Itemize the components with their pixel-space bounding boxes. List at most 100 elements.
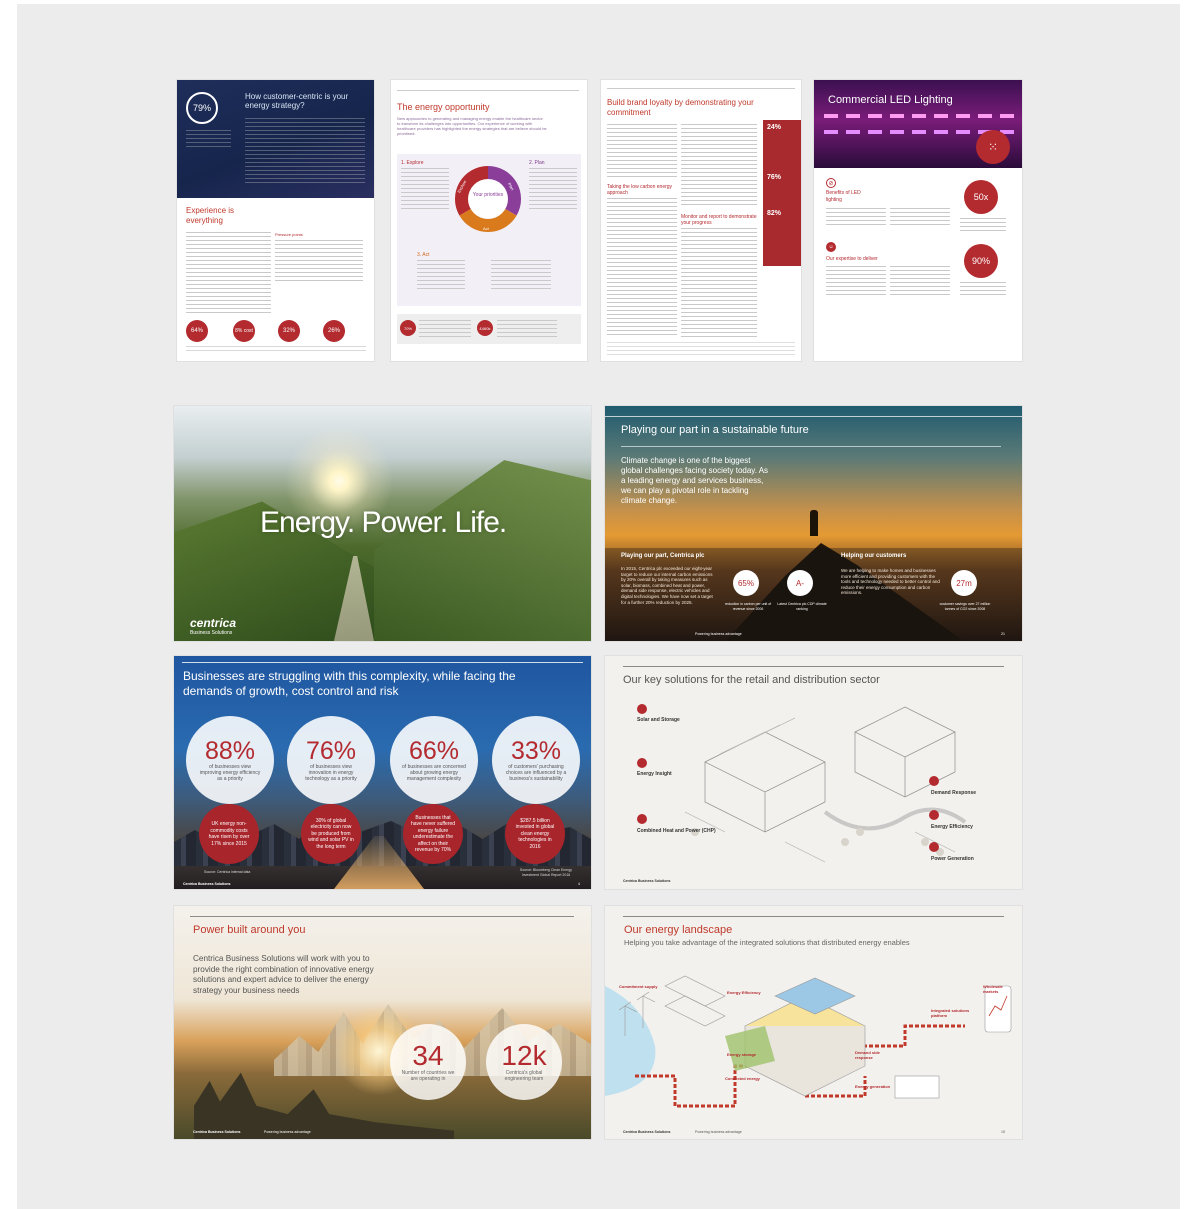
stat-value: 76% xyxy=(767,174,782,181)
page-number: 15 xyxy=(1001,1130,1005,1134)
solution-label: Energy Efficiency xyxy=(931,824,973,830)
stat-label: reduction in carbon per unit of revenue … xyxy=(724,602,772,611)
landscape-label: Connected energy xyxy=(725,1076,760,1081)
page-title: Our key solutions for the retail and dis… xyxy=(623,674,880,686)
marker-dot xyxy=(929,842,939,852)
page-business-complexity[interactable]: Businesses are struggling with this comp… xyxy=(174,656,591,889)
page-cover-energy-power-life[interactable]: Energy. Power. Life. centrica Business S… xyxy=(174,406,591,641)
page-title: Our energy landscape xyxy=(624,924,733,936)
solution-label: Combined Heat and Power (CHP) xyxy=(637,828,716,834)
stat-value: 82% xyxy=(767,210,782,217)
led-icon: ⁙ xyxy=(976,130,1010,164)
benefits-heading: Benefits of LED lighting xyxy=(826,190,861,203)
step-explore: 1. Explore xyxy=(401,160,424,166)
brand-footer: Centrica Business Solutions xyxy=(193,1130,241,1134)
subheading: Pressure points xyxy=(275,232,303,237)
page-intro: New approaches to generating and managin… xyxy=(397,116,547,136)
page-title: Businesses are struggling with this comp… xyxy=(183,669,516,698)
page-title: Playing our part in a sustainable future xyxy=(621,424,809,436)
marker-dot xyxy=(637,814,647,824)
stat-value: 88% xyxy=(204,737,256,765)
page-key-solutions[interactable]: Our key solutions for the retail and dis… xyxy=(605,656,1022,889)
lead-text: Climate change is one of the biggest glo… xyxy=(621,456,769,505)
footer-text: Powering business advantage xyxy=(695,1130,742,1134)
centrica-logo-sub: Business Solutions xyxy=(190,630,233,636)
stat-label: customer savings over 27 million tonnes … xyxy=(939,602,991,611)
stat-circle: A- xyxy=(787,570,813,596)
stat-value: 34 xyxy=(412,1040,444,1071)
stat-circle: 65% xyxy=(733,570,759,596)
stat-value: 66% xyxy=(408,737,460,765)
stat-detail-circle: $287.5 billion invested in global clean … xyxy=(505,804,565,864)
col1-heading: Playing our part, Centrica plc xyxy=(621,553,705,559)
stat-circle: 66% of businesses are concerned about gr… xyxy=(390,716,478,804)
page-sustainable-future[interactable]: Playing our part in a sustainable future… xyxy=(605,406,1022,641)
ring-gauge: 79% xyxy=(186,92,218,124)
page-subtitle: Helping you take advantage of the integr… xyxy=(624,938,910,947)
page-energy-landscape[interactable]: Our energy landscape Helping you take ad… xyxy=(605,906,1022,1139)
stat-circle: 33% of customers' purchasing choices are… xyxy=(492,716,580,804)
stat-detail-circle: 30% of global electricity can now be pro… xyxy=(301,804,361,864)
stat-circle: 64% xyxy=(186,320,208,342)
stat-circle: £460k xyxy=(477,320,493,336)
energy-landscape-illustration xyxy=(605,975,1012,1108)
stat-detail-circle: Businesses that have never suffered ener… xyxy=(403,804,463,864)
stat-circle: 34 Number of countries we are operating … xyxy=(390,1024,466,1100)
priorities-wheel xyxy=(454,165,522,233)
landscape-label: Energy storage xyxy=(727,1052,757,1057)
stat-circle: 90% xyxy=(964,244,998,278)
stat-detail-circle: UK energy non-commodity costs have risen… xyxy=(199,804,259,864)
page-title: Power built around you xyxy=(193,924,306,936)
page-title: How customer-centric is your energy stra… xyxy=(245,92,349,110)
page-led-lighting[interactable]: Commercial LED Lighting ⁙ ⊘ Benefits of … xyxy=(814,80,1022,361)
stat-circle: 27m xyxy=(951,570,977,596)
page-power-built-around-you[interactable]: Power built around you Centrica Business… xyxy=(174,906,591,1139)
leaf-icon: ⊘ xyxy=(826,178,836,188)
body-text: Centrica Business Solutions will work wi… xyxy=(193,954,374,995)
page-number: 21 xyxy=(1001,632,1005,636)
stat-value: 33% xyxy=(510,737,562,765)
stat-value: 12k xyxy=(501,1040,547,1071)
stat-circle: 88% of businesses view improving energy … xyxy=(186,716,274,804)
page-heading: Experience is everything xyxy=(186,206,235,225)
stat-circle: 70% xyxy=(400,320,416,336)
stat-circle: 8% cost xyxy=(233,320,255,342)
valley-ridge-right xyxy=(374,460,591,641)
landscape-label: Commitment supply xyxy=(619,984,658,989)
page-title: The energy opportunity xyxy=(397,102,490,112)
expertise-heading: Our expertise to deliver xyxy=(826,256,878,262)
stat-label: Latest Centrica plc CDP climate ranking xyxy=(777,602,827,611)
brand-footer: Centrica Business Solutions xyxy=(623,1130,671,1134)
landscape-label: Energy generation xyxy=(855,1084,891,1089)
stat-circle: 32% xyxy=(278,320,300,342)
page-title: Commercial LED Lighting xyxy=(828,94,953,106)
solution-label: Solar and Storage xyxy=(637,717,680,723)
col2-heading: Helping our customers xyxy=(841,553,907,559)
marker-dot xyxy=(637,758,647,768)
centrica-logo: centrica xyxy=(190,616,237,630)
stat-label: of customers' purchasing choices are inf… xyxy=(505,764,567,782)
subheading: Monitor and report to demonstrate your p… xyxy=(681,214,757,226)
stat-circle: 50x xyxy=(964,180,998,214)
solution-label: Energy Insight xyxy=(637,771,672,777)
footer-text: Powering business advantage xyxy=(695,632,742,636)
col2-text: We are helping to make homes and busines… xyxy=(841,568,940,596)
page-title: Build brand loyalty by demonstrating you… xyxy=(607,98,754,117)
wheel-label-act: Act xyxy=(483,226,489,231)
landscape-label: Wholesale markets xyxy=(983,984,1003,994)
solution-label: Power Generation xyxy=(931,856,974,862)
marker-dot xyxy=(637,704,647,714)
solution-label: Demand Response xyxy=(931,790,977,796)
landscape-label: Integrated solutions platform xyxy=(931,1008,970,1018)
landscape-label: Energy Efficiency xyxy=(727,990,761,995)
stat-label: of businesses are concerned about growin… xyxy=(402,764,466,782)
stat-label: Centrica's global engineering team xyxy=(504,1070,544,1082)
gallery-sheet: 79% How customer-centric is your energy … xyxy=(17,4,1180,1209)
marker-dot xyxy=(929,776,939,786)
page-energy-opportunity[interactable]: The energy opportunity New approaches to… xyxy=(391,80,587,361)
stat-value: 24% xyxy=(767,124,782,131)
page-brand-loyalty[interactable]: Build brand loyalty by demonstrating you… xyxy=(601,80,801,361)
page-customer-centric[interactable]: 79% How customer-centric is your energy … xyxy=(177,80,374,361)
stat-label: of businesses view innovation in energy … xyxy=(305,764,357,782)
wheel-center-label: Your priorities xyxy=(472,192,504,198)
